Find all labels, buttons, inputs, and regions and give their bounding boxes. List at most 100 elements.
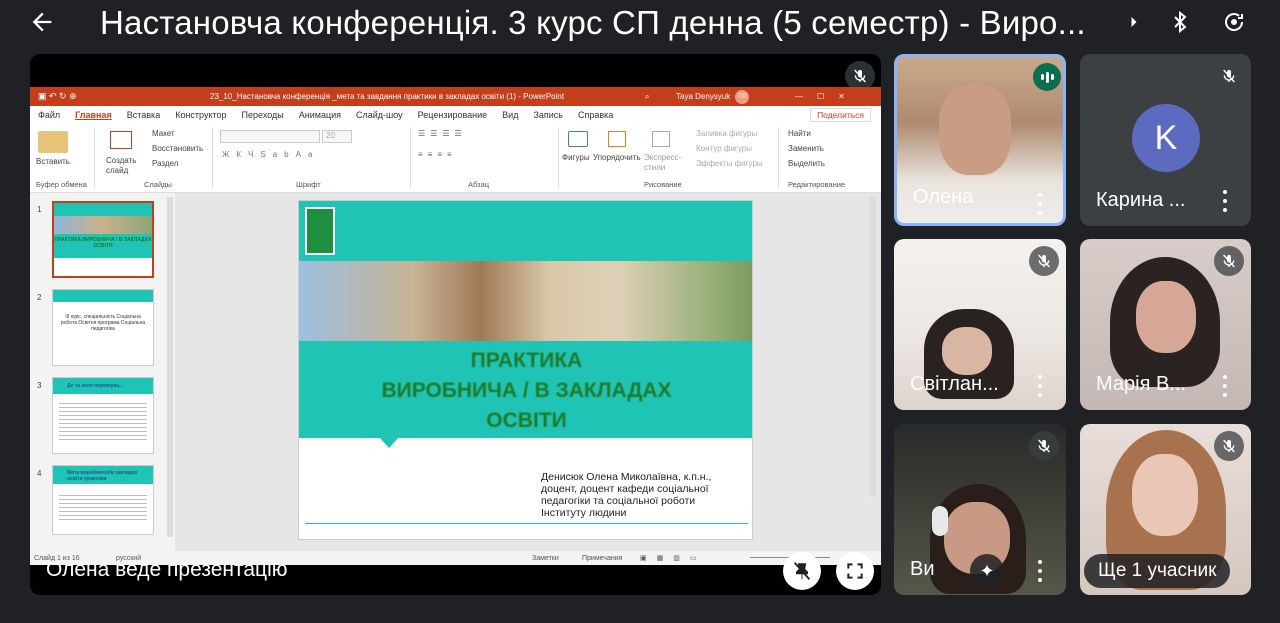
- unpin-icon: [793, 562, 811, 580]
- muted-mic-icon: [1214, 431, 1244, 461]
- thumbnail-number: 3: [37, 381, 42, 390]
- ribbon-group-label: Редактирование: [788, 180, 846, 189]
- menu-animation[interactable]: Анимация: [299, 110, 341, 120]
- participant-name: Марія В...: [1096, 373, 1186, 395]
- slide-thumbnail[interactable]: ПРАКТИКА ВИРОБНИЧА / В ЗАКЛАДАХ ОСВІТИ: [52, 201, 154, 278]
- ppt-quick-access[interactable]: ▣ ↶ ↻ ⊕: [38, 91, 77, 102]
- effects-sparkle-icon[interactable]: ✦: [970, 554, 1004, 588]
- more-participants-chip[interactable]: Ще 1 учасник: [1084, 554, 1231, 588]
- meeting-title[interactable]: Настановча конференція. 3 курс СП денна …: [100, 4, 1086, 42]
- reset-button[interactable]: Восстановить: [152, 144, 203, 153]
- participant-tile[interactable]: Ще 1 учасник: [1080, 424, 1251, 595]
- more-options-icon[interactable]: [1222, 375, 1228, 397]
- chevron-right-icon[interactable]: [1124, 10, 1144, 34]
- notes-button[interactable]: Заметки: [532, 555, 559, 562]
- screen-share-tile: ▣ ↶ ↻ ⊕ 23_10_Настановча конференція _ме…: [30, 54, 881, 595]
- arrange-button[interactable]: Упорядочить: [593, 153, 641, 162]
- slide-thumbnail-pane: 1 ПРАКТИКА ВИРОБНИЧА / В ЗАКЛАДАХ ОСВІТИ…: [30, 193, 175, 551]
- comments-button[interactable]: Примечания: [582, 555, 622, 562]
- menu-review[interactable]: Рецензирование: [418, 110, 488, 120]
- shapes-icon: [568, 131, 588, 147]
- paste-button[interactable]: Вставить: [36, 157, 70, 166]
- muted-mic-icon: [1214, 61, 1244, 91]
- find-button[interactable]: Найти: [788, 129, 811, 138]
- ribbon-separator: [558, 127, 559, 188]
- font-format-buttons[interactable]: ЖКЧSabAa: [222, 150, 319, 159]
- participant-face: [1136, 281, 1196, 353]
- slide-header-band: [299, 201, 752, 261]
- ppt-ribbon: Вставить Создать слайд Макет Восстановит…: [30, 123, 881, 193]
- speech-pointer: [379, 437, 399, 448]
- presenter-label: Олена веде презентацію: [46, 558, 288, 581]
- fullscreen-button[interactable]: [836, 552, 874, 590]
- ppt-titlebar: ▣ ↶ ↻ ⊕ 23_10_Настановча конференція _ме…: [30, 87, 881, 106]
- menu-home[interactable]: Главная: [75, 110, 112, 120]
- ribbon-group-label: Абзац: [468, 180, 490, 189]
- replace-button[interactable]: Заменить: [788, 144, 824, 153]
- menu-view[interactable]: Вид: [502, 110, 518, 120]
- participant-face: [1132, 454, 1198, 536]
- layout-button[interactable]: Макет: [152, 129, 175, 138]
- participant-tile[interactable]: K Карина ...: [1080, 54, 1251, 226]
- menu-file[interactable]: Файл: [38, 110, 60, 120]
- participant-tile[interactable]: Світлан...: [894, 239, 1066, 410]
- participant-tile[interactable]: Ви ✦: [894, 424, 1066, 595]
- menu-slideshow[interactable]: Слайд-шоу: [356, 110, 403, 120]
- menu-help[interactable]: Справка: [578, 110, 613, 120]
- more-options-icon[interactable]: [1037, 560, 1043, 582]
- window-controls[interactable]: —☐✕: [795, 92, 859, 101]
- slide-thumbnail[interactable]: Де та коли перевірка...: [52, 377, 154, 454]
- ribbon-group-label: Шрифт: [296, 180, 321, 189]
- select-button[interactable]: Выделить: [788, 159, 825, 168]
- ppt-user-name: Taya Denysyuk: [676, 92, 731, 101]
- section-button[interactable]: Раздел: [152, 159, 178, 168]
- bluetooth-icon[interactable]: [1168, 10, 1192, 34]
- switch-camera-icon[interactable]: [1222, 10, 1246, 34]
- current-slide[interactable]: ПРАКТИКА ВИРОБНИЧА / В ЗАКЛАДАХ ОСВІТИ Д…: [298, 200, 753, 540]
- slide-thumbnail[interactable]: III курс, спеціальність Соціальна робота…: [52, 289, 154, 366]
- share-button[interactable]: Поделиться: [810, 108, 871, 122]
- fullscreen-icon: [847, 563, 863, 579]
- participant-tile[interactable]: Олена: [894, 54, 1066, 226]
- search-icon[interactable]: ⌕: [645, 92, 649, 102]
- quick-styles-button[interactable]: Экспресс-стили: [644, 153, 681, 173]
- quick-styles-icon: [652, 131, 670, 147]
- back-arrow-icon[interactable]: [28, 8, 56, 36]
- powerpoint-window: ▣ ↶ ↻ ⊕ 23_10_Настановча конференція _ме…: [30, 87, 881, 565]
- paragraph-align-buttons[interactable]: ≡≡≡≡: [418, 150, 457, 159]
- shapes-button[interactable]: Фигуры: [562, 153, 590, 162]
- new-slide-button[interactable]: Создать слайд: [106, 156, 142, 176]
- ribbon-group-label: Слайды: [144, 180, 172, 189]
- more-options-icon[interactable]: [1222, 190, 1228, 212]
- paragraph-list-buttons[interactable]: ☰☰☰☰: [418, 129, 467, 138]
- ribbon-separator: [778, 127, 779, 188]
- menu-record[interactable]: Запись: [533, 110, 563, 120]
- slide-author: Денисюк Олена Миколаївна, к.п.н., доцент…: [541, 471, 741, 519]
- more-options-icon[interactable]: [1037, 193, 1043, 215]
- view-buttons[interactable]: ▣▦▥▭: [640, 554, 706, 562]
- muted-mic-icon: [1029, 246, 1059, 276]
- ppt-user-avatar[interactable]: TD: [735, 89, 749, 104]
- slide-title-line: ПРАКТИКА: [470, 349, 583, 372]
- paste-icon: [38, 131, 68, 153]
- unpin-button[interactable]: [783, 552, 821, 590]
- more-options-icon[interactable]: [1037, 375, 1043, 397]
- thumbnail-scrollbar[interactable]: [167, 197, 173, 537]
- thumbnail-number: 1: [37, 205, 42, 214]
- font-size-select[interactable]: 20: [322, 130, 352, 143]
- slide-scrollbar[interactable]: [870, 197, 876, 497]
- shape-effects-button[interactable]: Эффекты фигуры: [696, 159, 763, 168]
- shape-outline-button[interactable]: Контур фигуры: [696, 144, 752, 153]
- participant-tile[interactable]: Марія В...: [1080, 239, 1251, 410]
- ppt-window-title: 23_10_Настановча конференція _мета та за…: [210, 92, 565, 101]
- ribbon-separator: [410, 127, 411, 188]
- campus-photo: [299, 261, 752, 341]
- slide-title-line: ВИРОБНИЧА / В ЗАКЛАДАХ: [381, 379, 672, 402]
- menu-transitions[interactable]: Переходы: [242, 110, 284, 120]
- menu-insert[interactable]: Вставка: [127, 110, 160, 120]
- menu-design[interactable]: Конструктор: [175, 110, 226, 120]
- top-bar: Настановча конференція. 3 курс СП денна …: [0, 0, 1280, 44]
- font-name-select[interactable]: [220, 130, 320, 143]
- slide-thumbnail[interactable]: Мета виробничої/в закладах освіти практи…: [52, 465, 154, 535]
- shape-fill-button[interactable]: Заливка фигуры: [696, 129, 757, 138]
